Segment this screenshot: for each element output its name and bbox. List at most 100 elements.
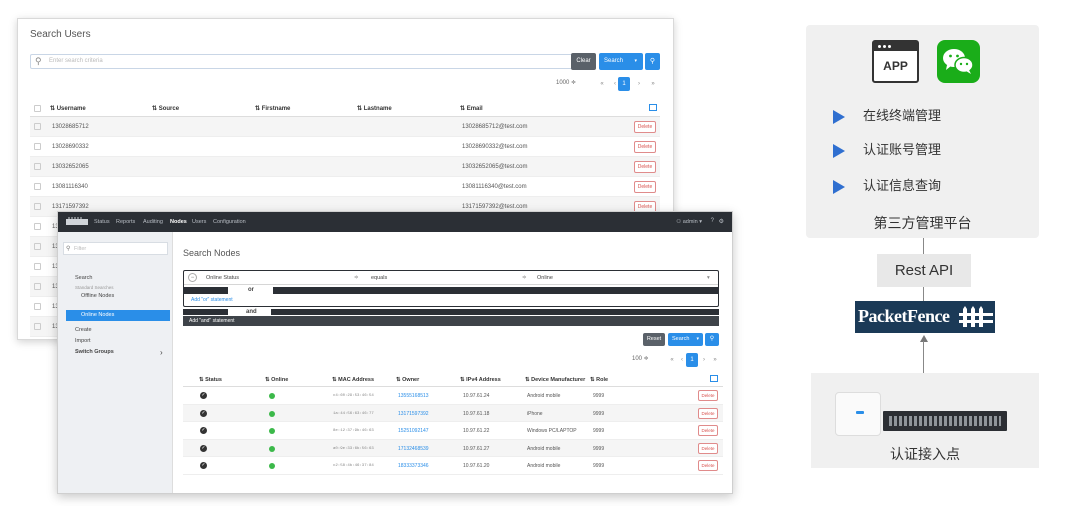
delete-button[interactable]: Delete	[698, 407, 718, 419]
pager-first[interactable]: «	[596, 77, 608, 91]
reset-button[interactable]: Reset	[643, 333, 665, 346]
row-checkbox[interactable]	[34, 323, 41, 330]
or-label: or	[248, 287, 254, 293]
admin-menu[interactable]: ⚇ admin ▾	[676, 219, 702, 225]
field-caret-icon[interactable]: ≑	[354, 275, 359, 281]
add-or-statement-link[interactable]: Add "or" statement	[191, 297, 233, 303]
advanced-search-icon[interactable]: ⚲	[645, 53, 660, 70]
role-cell: 9999	[593, 410, 605, 417]
row-checkbox[interactable]	[34, 163, 41, 170]
nodes-search-button[interactable]: Search ▾	[668, 333, 703, 346]
delete-button[interactable]: Delete	[698, 425, 718, 437]
row-checkbox[interactable]	[34, 183, 41, 190]
manufacturer-cell: Android mobile	[527, 393, 561, 399]
delete-button[interactable]: Delete	[698, 390, 718, 401]
nodes-page-size-select[interactable]: 100 ≑	[632, 355, 656, 362]
sidebar-item-search[interactable]: Search	[75, 275, 92, 281]
nav-reports[interactable]: Reports	[116, 219, 135, 225]
col-username[interactable]: ⇅ Username	[50, 105, 86, 112]
owner-link[interactable]: 17132468539	[398, 446, 429, 452]
owner-link[interactable]: 18333373346	[398, 463, 429, 469]
nodes-advanced-search-icon[interactable]: ⚲	[705, 333, 719, 346]
caret-down-icon[interactable]: ▾	[696, 333, 699, 346]
sidebar-item-offline-nodes[interactable]: Offline Nodes	[81, 293, 114, 299]
remove-rule-icon[interactable]: −	[188, 273, 197, 282]
app-icon-dot	[883, 45, 886, 48]
col-email[interactable]: ⇅ Email	[460, 105, 483, 112]
filter-value-select[interactable]: Online	[537, 275, 553, 281]
col-firstname[interactable]: ⇅ Firstname	[255, 105, 290, 112]
sidebar-item-create[interactable]: Create	[75, 327, 92, 333]
row-checkbox[interactable]	[34, 223, 41, 230]
table-row[interactable]: ✓ c4:60:29:53:46:54 13555168513 10.97.61.24…	[183, 387, 723, 405]
col-ipv4-address[interactable]: ⇅ IPv4 Address	[460, 377, 501, 383]
delete-button[interactable]: Delete	[698, 442, 718, 454]
row-checkbox[interactable]	[34, 243, 41, 250]
col-source[interactable]: ⇅ Source	[152, 105, 179, 112]
row-checkbox[interactable]	[34, 263, 41, 270]
nav-users[interactable]: Users	[192, 219, 206, 225]
users-search-input[interactable]: ⚲ Enter search criteria	[30, 54, 586, 69]
or-divider-right	[273, 287, 719, 294]
row-checkbox[interactable]	[34, 123, 41, 130]
chevron-right-icon[interactable]: ›	[160, 348, 163, 357]
col-status[interactable]: ⇅ Status	[199, 377, 222, 383]
row-checkbox[interactable]	[34, 283, 41, 290]
delete-button[interactable]: Delete	[634, 181, 656, 193]
row-checkbox[interactable]	[34, 143, 41, 150]
select-all-checkbox[interactable]	[34, 105, 41, 112]
clear-button[interactable]: Clear	[571, 53, 596, 70]
owner-link[interactable]: 15251092147	[398, 428, 429, 434]
online-dot-icon	[269, 463, 275, 470]
users-page-size-select[interactable]: 1000 ≑	[556, 79, 580, 86]
nav-nodes[interactable]: Nodes	[170, 219, 187, 225]
col-lastname[interactable]: ⇅ Lastname	[357, 105, 392, 112]
table-row[interactable]: ✓ a0:9e:33:6b:56:63 17132468539 10.97.61.27…	[183, 439, 723, 458]
table-row[interactable]: ✓ 8e:12:37:9b:46:63 15251092147 10.97.61.22…	[183, 422, 723, 440]
delete-button[interactable]: Delete	[698, 460, 718, 472]
nav-status[interactable]: Status	[94, 219, 110, 225]
pager-page-1[interactable]: 1	[686, 353, 698, 367]
sidebar-item-switch-groups[interactable]: Switch Groups	[75, 349, 114, 355]
filter-field-select[interactable]: Online Status	[206, 275, 239, 281]
col-online[interactable]: ⇅ Online	[265, 377, 288, 383]
triangle-bullet-icon	[833, 109, 845, 124]
add-and-statement-button[interactable]: Add "and" statement	[183, 316, 719, 326]
row-checkbox[interactable]	[34, 203, 41, 210]
delete-button[interactable]: Delete	[634, 141, 656, 153]
col-owner[interactable]: ⇅ Owner	[396, 377, 419, 383]
owner-link[interactable]: 13171597392	[398, 411, 429, 417]
settings-icon[interactable]: ⚙	[719, 218, 724, 225]
table-row[interactable]: ✓ 1a:44:56:63:46:77 13171597392 10.97.61.18…	[183, 404, 723, 423]
pager-last[interactable]: »	[647, 77, 659, 91]
email-cell: 13028690332@test.com	[462, 144, 528, 150]
pager-page-1[interactable]: 1	[618, 77, 630, 91]
filter-operator-select[interactable]: equals	[371, 275, 387, 281]
table-row[interactable]: 13081116340 13081116340@test.com Delete	[30, 177, 660, 197]
row-checkbox[interactable]	[34, 303, 41, 310]
sidebar-item-online-nodes[interactable]: Online Nodes	[66, 310, 170, 321]
pager-next[interactable]: ›	[633, 77, 645, 91]
col-device-manufacturer[interactable]: ⇅ Device Manufacturer	[525, 377, 585, 383]
table-row[interactable]: 13028685712 13028685712@test.com Delete	[30, 117, 660, 137]
columns-icon[interactable]	[649, 104, 657, 111]
col-role[interactable]: ⇅ Role	[590, 377, 608, 383]
sidebar-item-import[interactable]: Import	[75, 338, 91, 344]
value-caret-icon[interactable]: ▾	[707, 275, 710, 281]
table-row[interactable]: 13028690332 13028690332@test.com Delete	[30, 137, 660, 157]
operator-caret-icon[interactable]: ≑	[522, 275, 527, 281]
delete-button[interactable]: Delete	[634, 121, 656, 133]
sidebar-filter-input[interactable]: ⚲ Filter	[63, 242, 168, 255]
owner-link[interactable]: 13555168513	[398, 393, 429, 399]
users-search-button[interactable]: Search ▾	[599, 53, 643, 70]
table-row[interactable]: ✓ c2:58:4b:46:37:84 18333373346 10.97.61.20…	[183, 457, 723, 475]
caret-down-icon[interactable]: ▾	[634, 53, 637, 70]
col-mac-address[interactable]: ⇅ MAC Address	[332, 377, 374, 383]
nav-configuration[interactable]: Configuration	[213, 219, 246, 225]
help-icon[interactable]: ?	[711, 218, 714, 224]
delete-button[interactable]: Delete	[634, 161, 656, 173]
nav-auditing[interactable]: Auditing	[143, 219, 163, 225]
table-row[interactable]: 13032652065 13032652065@test.com Delete	[30, 157, 660, 177]
pager-last[interactable]: »	[709, 353, 721, 367]
columns-icon[interactable]	[710, 375, 718, 382]
